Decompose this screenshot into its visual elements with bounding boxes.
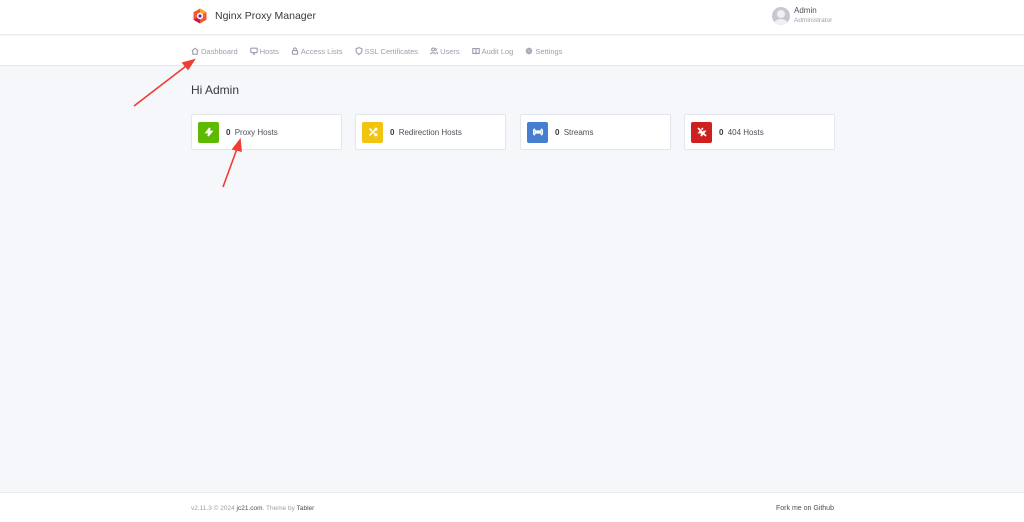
nav-item-users[interactable]: Users: [430, 47, 460, 56]
version-text: v2.11.3 © 2024: [191, 505, 237, 512]
card-icon-box: [527, 121, 548, 143]
nav-label: Hosts: [259, 46, 279, 56]
user-menu[interactable]: Admin Administrator: [772, 6, 832, 25]
zap-off-icon: [696, 127, 707, 137]
gear-icon: [525, 47, 533, 55]
card-count: 0: [226, 127, 231, 137]
404-hosts-card[interactable]: 0 404 Hosts: [684, 114, 835, 150]
shuffle-icon: [368, 127, 377, 137]
radio-icon: [532, 128, 543, 136]
users-icon: [430, 47, 439, 55]
user-role: Administrator: [794, 17, 833, 24]
nav-label: Dashboard: [201, 46, 238, 56]
card-label: Redirection Hosts: [398, 127, 462, 137]
nav-label: Access Lists: [300, 46, 343, 56]
streams-card[interactable]: 0 Streams: [520, 114, 671, 150]
card-label: 404 Hosts: [727, 127, 764, 137]
nav-item-hosts[interactable]: Hosts: [249, 46, 279, 56]
page-title: Hi Admin: [191, 83, 240, 97]
card-label: Proxy Hosts: [234, 127, 278, 137]
nav-item-settings[interactable]: Settings: [525, 47, 562, 56]
book-open-icon: [471, 48, 480, 55]
nav-item-dashboard[interactable]: Dashboard: [191, 47, 238, 56]
footer: v2.11.3 © 2024 jc21.com. Theme by Tabler…: [0, 492, 1024, 522]
avatar: [772, 6, 790, 25]
theme-by-text: . Theme by: [262, 505, 297, 512]
lock-icon: [291, 47, 298, 55]
annotation-arrows: [133, 58, 242, 188]
nav-label: SSL Certificates: [364, 46, 419, 56]
main-nav: Dashboard Hosts Access Lists SSL Certifi…: [0, 36, 1024, 66]
card-label: Streams: [563, 127, 594, 137]
tabler-link[interactable]: Tabler: [297, 505, 315, 512]
brand[interactable]: Nginx Proxy Manager: [192, 8, 316, 24]
shield-icon: [355, 47, 363, 55]
nav-item-audit-log[interactable]: Audit Log: [471, 46, 514, 56]
nav-label: Audit Log: [481, 46, 514, 56]
nav-label: Users: [440, 46, 460, 56]
app-name: Nginx Proxy Manager: [215, 10, 316, 22]
user-name: Admin: [794, 6, 817, 15]
nav-item-access-lists[interactable]: Access Lists: [291, 47, 343, 56]
card-icon-box: [362, 121, 383, 143]
card-icon-box: [198, 121, 219, 143]
footer-credits: v2.11.3 © 2024 jc21.com. Theme by Tabler: [191, 505, 314, 512]
app-logo-icon: [193, 8, 207, 24]
arrow-to-dashboard: [133, 58, 196, 107]
monitor-icon: [249, 47, 258, 55]
nav-item-ssl-certificates[interactable]: SSL Certificates: [355, 46, 419, 56]
top-header: Nginx Proxy Manager Admin Administrator: [0, 0, 1024, 35]
card-count: 0: [390, 127, 395, 137]
github-link[interactable]: Fork me on Github: [776, 505, 834, 512]
home-icon: [191, 47, 199, 55]
zap-icon: [204, 127, 213, 137]
nav-label: Settings: [535, 46, 563, 56]
card-count: 0: [555, 127, 560, 137]
card-count: 0: [719, 127, 724, 137]
proxy-hosts-card[interactable]: 0 Proxy Hosts: [191, 114, 342, 150]
redirection-hosts-card[interactable]: 0 Redirection Hosts: [355, 114, 506, 150]
card-icon-box: [691, 121, 712, 143]
company-link[interactable]: jc21.com: [237, 505, 263, 512]
